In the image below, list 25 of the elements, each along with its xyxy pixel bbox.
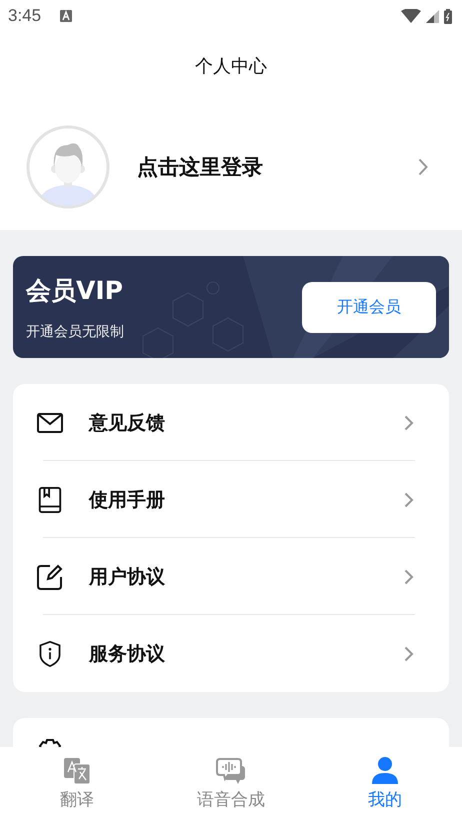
user-icon [372,757,398,784]
chevron-right-icon [418,158,428,176]
subscribe-button[interactable]: 开通会员 [302,282,436,332]
login-row[interactable]: 点击这里登录 [0,84,462,230]
avatar-icon [26,125,110,209]
chevron-right-icon [404,568,414,584]
tab[interactable]: 我的 [308,747,462,821]
notification-icon [60,10,72,22]
tab[interactable]: 语音合成 [154,747,308,821]
chevron-right-icon [404,492,414,508]
edit-icon [37,564,63,590]
wifi-icon [401,9,421,23]
voice-chat-icon [216,758,246,784]
book-icon [37,486,63,512]
page-title: 个人中心 [194,55,268,79]
status-time: 3:45 [8,6,42,26]
vip-title: 会员VIP [26,274,124,306]
tab[interactable]: 翻译 [0,747,154,821]
chevron-right-icon [404,646,414,662]
battery-icon [444,8,452,24]
translate-icon [64,758,90,784]
shield-info-icon [37,640,63,666]
signal-icon [426,10,439,22]
vip-subtitle: 开通会员无限制 [26,322,124,340]
chevron-right-icon [404,414,414,430]
